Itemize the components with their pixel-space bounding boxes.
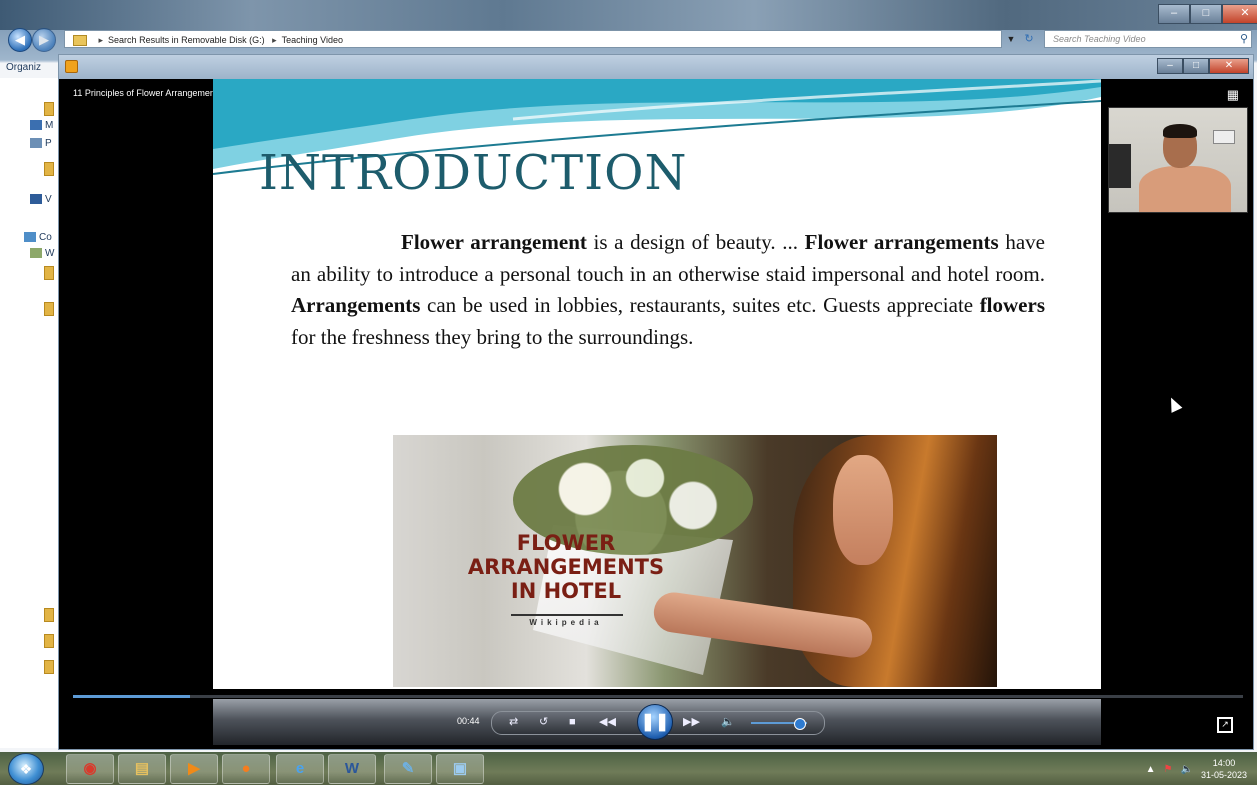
- close-button[interactable]: ✕: [1222, 4, 1257, 24]
- minimize-button[interactable]: –: [1157, 58, 1183, 74]
- volume-knob[interactable]: [793, 718, 806, 730]
- seek-bar-progress: [73, 695, 190, 698]
- maximize-button[interactable]: □: [1183, 58, 1209, 74]
- computer-icon: [24, 232, 36, 243]
- photo-caption: FLOWER ARRANGEMENTS IN HOTEL: [467, 531, 665, 603]
- next-icon[interactable]: ▶▶: [683, 713, 700, 731]
- breadcrumb-item[interactable]: Search Results in Removable Disk (G:): [108, 35, 265, 45]
- organize-menu[interactable]: Organiz: [6, 62, 41, 73]
- music-icon: [30, 120, 42, 131]
- slide-heading: INTRODUCTION: [259, 145, 688, 201]
- folder-icon[interactable]: [44, 102, 54, 116]
- slide-photo: FLOWER ARRANGEMENTS IN HOTEL Wikipedia: [393, 435, 997, 687]
- search-placeholder: Search Teaching Video: [1053, 34, 1146, 44]
- address-dropdown-icon[interactable]: ▼: [1004, 30, 1018, 48]
- shuffle-icon[interactable]: ⇄: [509, 713, 518, 731]
- stop-icon[interactable]: ■: [569, 713, 576, 731]
- search-icon[interactable]: ⚲: [1240, 31, 1248, 47]
- webcam-overlay: [1108, 107, 1248, 213]
- caption-divider: [511, 614, 623, 616]
- previous-icon[interactable]: ◀◀: [599, 713, 616, 731]
- clock-date: 31-05-2023: [1200, 770, 1247, 780]
- nav-item[interactable]: Co: [24, 232, 52, 243]
- internet-explorer-icon[interactable]: e: [276, 754, 324, 784]
- media-player-icon[interactable]: ▶: [170, 754, 218, 784]
- file-explorer-icon[interactable]: ▤: [118, 754, 166, 784]
- drive-icon: [30, 248, 42, 259]
- nav-item[interactable]: P: [30, 138, 52, 149]
- system-tray: ▲ ⚑ 🔈 14:00 31-05-2023: [1146, 754, 1247, 784]
- back-button[interactable]: ◀: [8, 28, 32, 52]
- player-window-controls: – □ ✕: [1157, 58, 1249, 74]
- nav-item[interactable]: V: [30, 194, 52, 205]
- address-bar[interactable]: ▸ Search Results in Removable Disk (G:) ▸…: [64, 30, 1002, 48]
- folder-icon[interactable]: [44, 162, 54, 176]
- start-button[interactable]: ❖: [8, 753, 44, 785]
- video-icon: [30, 194, 42, 205]
- firefox-icon[interactable]: ●: [222, 754, 270, 784]
- fullscreen-icon[interactable]: ↗: [1217, 717, 1233, 733]
- folder-icon: [73, 35, 87, 47]
- pictures-icon: [30, 138, 42, 149]
- maximize-button[interactable]: □: [1190, 4, 1222, 24]
- mouse-cursor-icon: [1165, 395, 1183, 413]
- refresh-icon[interactable]: ↻: [1018, 30, 1040, 48]
- current-time: 00:44: [457, 716, 480, 726]
- clock-time: 14:00: [1212, 758, 1236, 768]
- media-player-window: – □ ✕ 11 Principles of Flower Arrangemen…: [58, 54, 1254, 750]
- repeat-icon[interactable]: ↺: [539, 713, 548, 731]
- nav-item[interactable]: M: [30, 120, 53, 131]
- search-input[interactable]: Search Teaching Video ⚲: [1044, 30, 1252, 48]
- explorer-window-controls: – □ ✕: [1158, 4, 1257, 24]
- switch-layout-icon[interactable]: ▦: [1227, 87, 1239, 103]
- explorer-titlebar: [0, 0, 1257, 30]
- folder-icon[interactable]: [44, 634, 54, 648]
- close-button[interactable]: ✕: [1209, 58, 1249, 74]
- slide-paragraph: Flower arrangement is a design of beauty…: [291, 230, 1046, 349]
- folder-icon[interactable]: [44, 266, 54, 280]
- playback-controls: 00:44 ⇄ ↺ ■ ◀◀ ❚❚ ▶▶ 🔈: [213, 699, 1101, 745]
- photo-source: Wikipedia: [529, 618, 603, 627]
- taskbar: ❖ ◉ ▤ ▶ ● e W ✎ ▣ ▲ ⚑ 🔈 14:00 31-05-2023: [0, 752, 1257, 785]
- presentation-slide: INTRODUCTION Flower arrangement is a des…: [213, 79, 1101, 689]
- navigation-pane: M P V Co W: [0, 78, 66, 748]
- pause-button[interactable]: ❚❚: [637, 704, 673, 740]
- forward-button[interactable]: ▶: [32, 28, 56, 52]
- action-center-icon[interactable]: ⚑: [1164, 764, 1173, 775]
- folder-icon[interactable]: [44, 608, 54, 622]
- folder-icon[interactable]: [44, 302, 54, 316]
- word-icon[interactable]: W: [328, 754, 376, 784]
- volume-icon[interactable]: 🔈: [721, 713, 735, 731]
- media-player-icon: [65, 60, 78, 73]
- seek-bar[interactable]: [73, 695, 1243, 698]
- breadcrumb-item[interactable]: Teaching Video: [282, 35, 343, 45]
- paint-icon[interactable]: ✎: [384, 754, 432, 784]
- chrome-icon[interactable]: ◉: [66, 754, 114, 784]
- player-titlebar: – □ ✕: [59, 55, 1253, 79]
- video-title: 11 Principles of Flower Arrangement: [73, 88, 218, 98]
- folder-icon[interactable]: [44, 660, 54, 674]
- clock[interactable]: 14:00 31-05-2023: [1201, 757, 1247, 781]
- remote-desktop-icon[interactable]: ▣: [436, 754, 484, 784]
- volume-icon[interactable]: 🔈: [1181, 764, 1193, 775]
- show-hidden-icons-icon[interactable]: ▲: [1146, 764, 1156, 775]
- minimize-button[interactable]: –: [1158, 4, 1190, 24]
- nav-item[interactable]: W: [30, 248, 54, 259]
